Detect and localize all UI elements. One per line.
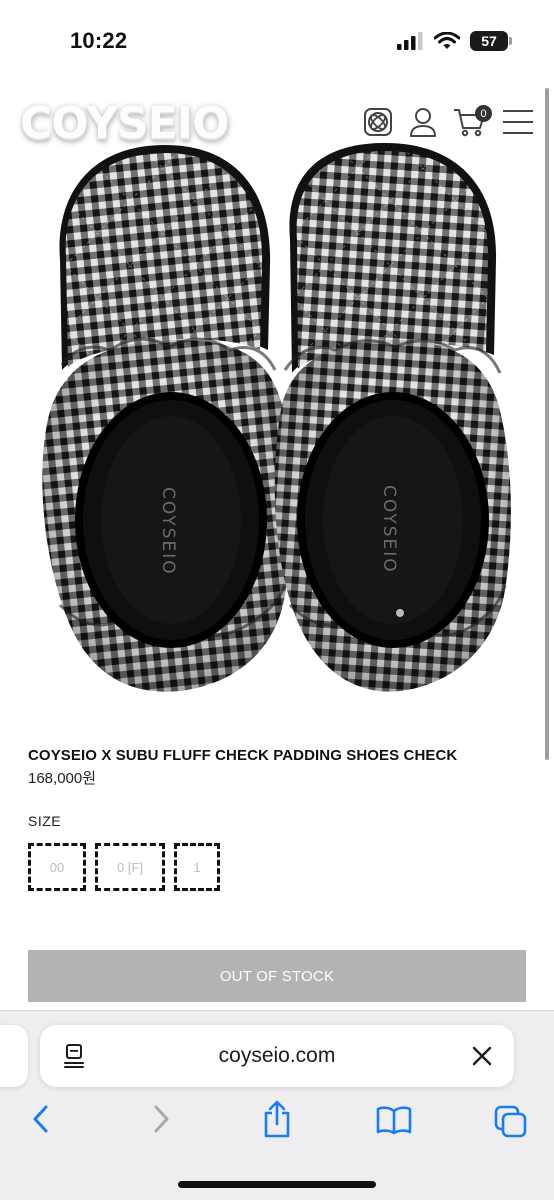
battery-level: 57 (481, 33, 497, 49)
cart-button[interactable]: 0 (452, 104, 494, 138)
browser-toolbar: coyseio.com (0, 1010, 554, 1200)
size-option-00[interactable]: 00 (28, 843, 86, 891)
size-option-0f[interactable]: 0 [F] (95, 843, 165, 891)
back-icon[interactable] (30, 1103, 52, 1135)
page-scrollbar[interactable] (545, 88, 549, 760)
cart-count-badge: 0 (475, 105, 492, 122)
account-icon[interactable] (408, 106, 438, 138)
close-icon[interactable] (472, 1046, 492, 1066)
menu-icon[interactable] (503, 108, 533, 136)
forward-icon[interactable] (150, 1103, 172, 1135)
size-label: SIZE (28, 813, 62, 829)
tabs-icon[interactable] (494, 1105, 528, 1139)
product-price: 168,000원 (28, 770, 97, 787)
slippers-photo: COYSEIO COYSEIO (42, 143, 511, 692)
left-slipper: COYSEIO (42, 145, 292, 692)
battery-icon: 57 (470, 31, 512, 51)
previous-tab-peek[interactable] (0, 1025, 28, 1087)
url-text[interactable]: coyseio.com (40, 1044, 514, 1068)
status-time: 10:22 (70, 28, 128, 53)
site-header: COYSEIO 0 (0, 92, 554, 156)
product-image[interactable]: COYSEIO COYSEIO (0, 135, 554, 705)
out-of-stock-button[interactable]: OUT OF STOCK (28, 950, 526, 1002)
status-indicators: 57 (396, 31, 512, 51)
home-indicator[interactable] (178, 1181, 376, 1188)
product-title: COYSEIO X SUBU FLUFF CHECK PADDING SHOES… (28, 747, 458, 764)
globe-icon[interactable] (362, 106, 394, 138)
size-option-1[interactable]: 1 (174, 843, 220, 891)
status-bar: 10:22 57 (0, 0, 554, 84)
brand-logo[interactable]: COYSEIO (20, 98, 230, 149)
wifi-icon (434, 32, 460, 49)
insole-logo-left: COYSEIO (158, 487, 178, 576)
right-slipper: COYSEIO (274, 143, 511, 692)
bookmarks-icon[interactable] (376, 1105, 412, 1135)
insole-logo-right: COYSEIO (379, 485, 399, 574)
share-icon[interactable] (262, 1099, 292, 1139)
address-bar[interactable]: coyseio.com (40, 1025, 514, 1087)
signal-icon (397, 32, 423, 50)
